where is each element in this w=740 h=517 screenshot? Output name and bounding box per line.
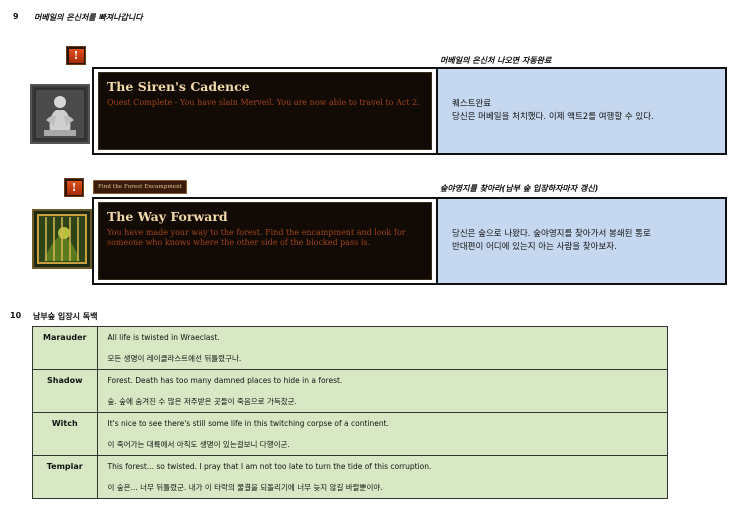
class-name-cell: Witch (32, 412, 98, 456)
table-row: Witch It's nice to see there's still som… (32, 412, 668, 456)
table-row: Marauder All life is twisted in Wraeclas… (32, 326, 668, 370)
monologue-table: Marauder All life is twisted in Wraeclas… (32, 326, 668, 499)
quest-1-translation: 퀘스트완료 당신은 머베일을 처치했다. 이제 액트2를 여행할 수 있다. (436, 69, 725, 153)
siren-statue-icon (30, 84, 90, 144)
monologue-korean: 모든 생명이 레이클라스트에선 뒤틀렸구나. (107, 354, 242, 363)
quest-2-box: The Way Forward You have made your way t… (92, 197, 727, 285)
quest-2-translation-line: 반대편이 어디에 있는지 아는 사람을 찾아보자. (452, 242, 617, 252)
quest-2-note: 숲야영지를 찾아라(남부 숲 입장하자마자 갱신) (440, 184, 599, 193)
caged-forest-icon (32, 209, 92, 269)
quest-2-panel: The Way Forward You have made your way t… (98, 202, 432, 280)
quest-2-translation-line: 당신은 숲으로 나왔다. 숲야영지를 찾아가서 봉쇄된 통로 (452, 229, 651, 239)
quest-1-description: Quest Complete - You have slain Merveil.… (107, 98, 420, 107)
step-10-number: 10 (10, 311, 22, 320)
quest-2-translation: 당신은 숲으로 나왔다. 숲야영지를 찾아가서 봉쇄된 통로 반대편이 어디에 … (436, 199, 725, 283)
quest-1-translation-line: 퀘스트완료 (452, 99, 492, 109)
class-name-cell: Marauder (32, 326, 98, 370)
step-9-number: 9 (13, 12, 19, 21)
quest-1-box: The Siren's Cadence Quest Complete - You… (92, 67, 727, 155)
monologue-korean: 이 죽어가는 대륙에서 아직도 생명이 있는걸보니 다행이군. (107, 440, 290, 449)
class-name-cell: Shadow (32, 369, 98, 413)
monologue-korean: 숲. 숲에 숨겨진 수 많은 저주받은 곳들이 죽음으로 가득찼군. (107, 397, 297, 406)
quest-1-translation-line: 당신은 머베일을 처치했다. 이제 액트2를 여행할 수 있다. (452, 112, 654, 122)
quest-1-panel: The Siren's Cadence Quest Complete - You… (98, 72, 432, 150)
quest-1-note: 머베일의 은신처 나오면 자동완료 (440, 56, 552, 65)
monologue-cell: It's nice to see there's still some life… (96, 412, 668, 456)
quest-2-banner: Find the Forest Encampment (93, 180, 188, 194)
table-row: Templar This forest... so twisted. I pra… (32, 455, 668, 499)
monologue-cell: All life is twisted in Wraeclast. 모든 생명이… (96, 326, 668, 370)
quest-1-name: The Siren's Cadence (107, 79, 250, 94)
class-name-cell: Templar (32, 455, 98, 499)
monologue-korean: 이 숲은... 너무 뒤틀렸군. 내가 이 타락의 물결을 되돌리기에 너무 늦… (107, 483, 383, 492)
monologue-english: All life is twisted in Wraeclast. (107, 333, 220, 342)
quest-alert-icon: ! (66, 46, 86, 65)
step-9-title: 머베일의 은신처를 빠져나갑니다 (34, 13, 143, 22)
monologue-english: This forest... so twisted. I pray that I… (107, 462, 432, 471)
quest-2-description: You have made your way to the forest. Fi… (107, 228, 406, 247)
monologue-cell: This forest... so twisted. I pray that I… (96, 455, 668, 499)
table-row: Shadow Forest. Death has too many damned… (32, 369, 668, 413)
monologue-english: It's nice to see there's still some life… (107, 419, 389, 428)
quest-alert-icon: ! (64, 178, 84, 197)
monologue-cell: Forest. Death has too many damned places… (96, 369, 668, 413)
step-10-title: 남부숲 입장시 독백 (33, 312, 98, 321)
quest-2-name: The Way Forward (107, 209, 228, 224)
monologue-english: Forest. Death has too many damned places… (107, 376, 343, 385)
